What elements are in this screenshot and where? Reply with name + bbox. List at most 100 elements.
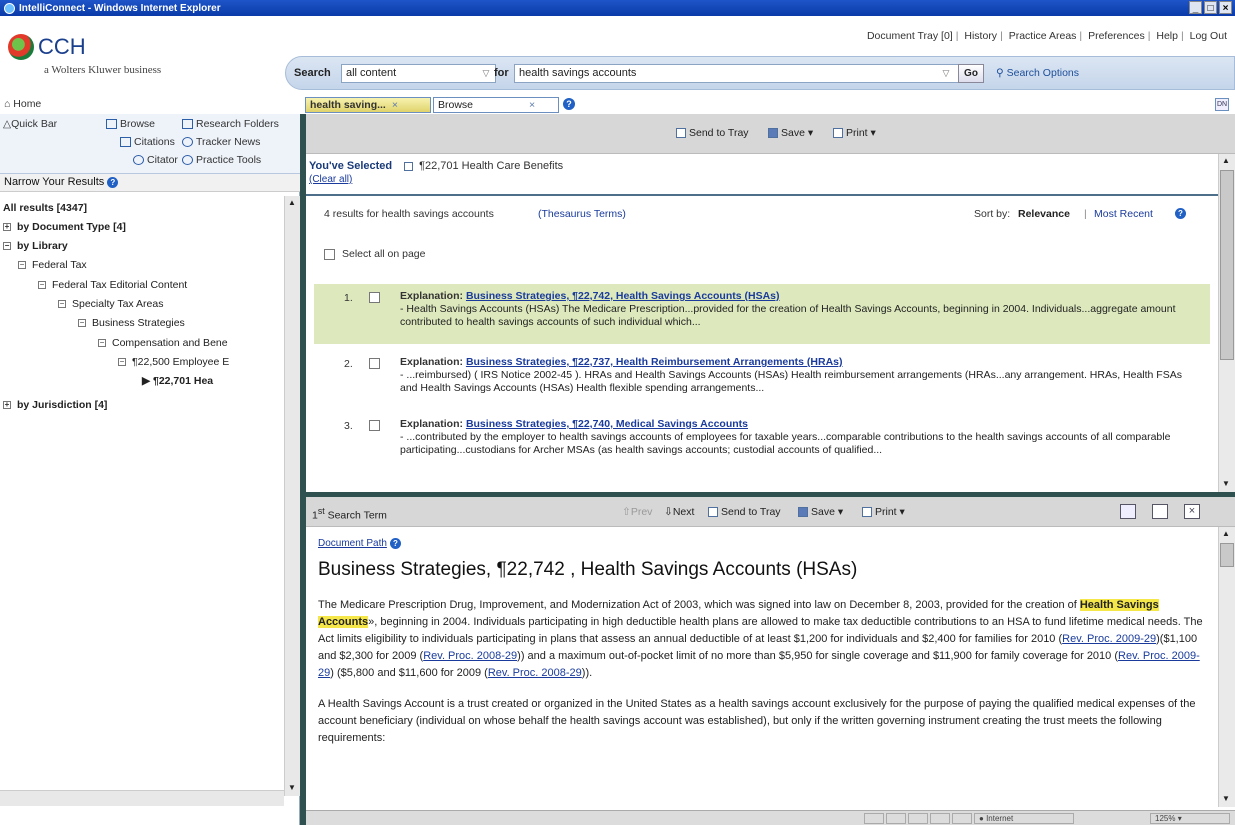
result-title-link[interactable]: Business Strategies, ¶22,742, Health Sav… [466,290,780,302]
selected-value: ¶22,701 Health Care Benefits [404,160,563,172]
quick-bar: △Quick Bar Browse Research Folders Citat… [0,114,300,174]
search-options-link[interactable]: ⚲ Search Options [996,67,1079,79]
maximize-button[interactable]: □ [1204,1,1217,14]
remove-facet-icon[interactable] [404,161,413,171]
result-title-link[interactable]: Business Strategies, ¶22,740, Medical Sa… [466,418,748,430]
doc-save-button[interactable]: Save ▾ [798,506,843,518]
results-scrollbar[interactable]: ▲ ▼ [1218,154,1235,492]
help-icon[interactable]: ? [563,98,575,110]
thesaurus-link[interactable]: (Thesaurus Terms) [538,208,626,220]
scroll-up-icon[interactable]: ▲ [1222,529,1230,538]
link-help[interactable]: Help [1156,30,1178,42]
result-checkbox[interactable] [369,420,380,431]
sort-most-recent[interactable]: Most Recent [1094,208,1153,220]
tree-by-jurisdiction[interactable]: + by Jurisdiction [4] [3,399,107,411]
collapse-icon[interactable]: − [78,319,86,328]
quick-practice-tools[interactable]: Practice Tools [182,154,261,166]
tree-health-care-benefits[interactable]: ▶ ¶22,701 Hea [142,375,213,387]
tree-business-strategies[interactable]: − Business Strategies [78,317,185,329]
quick-citations[interactable]: Citations [120,136,175,148]
document-path-link[interactable]: Document Path [318,538,387,549]
expand-icon[interactable]: + [3,401,11,410]
scroll-up-icon[interactable]: ▲ [1222,156,1230,165]
result-snippet: - ...contributed by the employer to heal… [400,431,1171,456]
left-vertical-scrollbar[interactable]: ▲ ▼ [284,196,300,796]
collapse-icon[interactable]: − [38,281,46,290]
close-tab-icon[interactable]: × [392,99,398,111]
sort-relevance[interactable]: Relevance [1018,208,1070,220]
close-tab-icon[interactable]: × [529,99,535,111]
rev-proc-link[interactable]: Rev. Proc. 2008-29 [423,650,517,662]
close-window-button[interactable]: × [1219,1,1232,14]
minimize-button[interactable]: _ [1189,1,1202,14]
quick-bar-title[interactable]: △Quick Bar [3,118,57,130]
zoom-level[interactable]: 125% ▾ [1150,813,1230,824]
quick-citator[interactable]: Citator [133,154,178,166]
quick-research-folders[interactable]: Research Folders [182,118,279,130]
print-button[interactable]: Print ▾ [833,127,876,139]
new-window-icon[interactable] [1120,504,1136,519]
document-scrollbar[interactable]: ▲ ▼ [1218,527,1235,807]
quick-browse[interactable]: Browse [106,118,155,130]
scroll-thumb[interactable] [1220,543,1234,567]
result-type: Explanation: [400,418,464,430]
maximize-pane-icon[interactable] [1152,504,1168,519]
save-button[interactable]: Save ▾ [768,127,813,139]
help-icon[interactable]: ? [1175,208,1186,219]
scope-dropdown-icon[interactable]: ▽ [478,65,494,82]
collapse-icon[interactable]: − [98,339,106,348]
citations-icon [120,137,131,148]
collapse-icon[interactable]: − [3,242,11,251]
scroll-down-icon[interactable]: ▼ [288,783,296,792]
scroll-down-icon[interactable]: ▼ [1222,794,1230,803]
collapse-icon[interactable]: − [118,358,126,367]
tree-compensation[interactable]: − Compensation and Bene [98,337,228,349]
link-history[interactable]: History [964,30,997,42]
search-scope-select[interactable]: all content [341,64,496,83]
rev-proc-link[interactable]: Rev. Proc. 2008-29 [488,667,582,679]
scroll-down-icon[interactable]: ▼ [1222,479,1230,488]
tab-browse[interactable]: Browse × [433,97,559,113]
tree-by-document-type[interactable]: + by Document Type [4] [3,221,126,233]
query-dropdown-icon[interactable]: ▽ [938,65,954,82]
results-pane: Send to Tray Save ▾ Print ▾ You've Selec… [306,114,1235,492]
left-horizontal-scrollbar[interactable] [0,790,284,806]
prev-button[interactable]: ⇧Prev [622,506,652,518]
globe-icon: ● [979,814,984,823]
result-title-link[interactable]: Business Strategies, ¶22,737, Health Rei… [466,356,843,368]
next-button[interactable]: ⇩Next [664,506,694,518]
select-all-checkbox[interactable] [324,249,335,260]
link-document-tray[interactable]: Document Tray [0] [867,30,953,42]
tree-specialty-tax-areas[interactable]: − Specialty Tax Areas [58,298,163,310]
collapse-icon[interactable]: − [58,300,66,309]
tab-health-savings[interactable]: health saving... × [305,97,431,113]
result-checkbox[interactable] [369,358,380,369]
result-checkbox[interactable] [369,292,380,303]
search-term-label: 1st Search Term [312,506,387,522]
clear-all-link[interactable]: (Clear all) [309,174,352,185]
home-link[interactable]: ⌂ Home [0,96,300,114]
search-query-input[interactable]: health savings accounts [514,64,959,83]
help-icon[interactable]: ? [389,537,401,549]
link-practice-areas[interactable]: Practice Areas [1009,30,1077,42]
rev-proc-link[interactable]: Rev. Proc. 2009-29 [1062,633,1156,645]
close-pane-icon[interactable]: × [1184,504,1200,519]
scroll-thumb[interactable] [1220,170,1234,360]
tree-by-library[interactable]: − by Library [3,240,68,252]
tree-employee-benefits[interactable]: − ¶22,500 Employee E [118,356,229,368]
expand-icon[interactable]: + [3,223,11,232]
scroll-up-icon[interactable]: ▲ [288,198,296,207]
doc-print-button[interactable]: Print ▾ [862,506,905,518]
quick-tracker-news[interactable]: Tracker News [182,136,260,148]
help-icon[interactable]: ? [107,176,119,188]
link-log-out[interactable]: Log Out [1190,30,1227,42]
link-preferences[interactable]: Preferences [1088,30,1145,42]
go-button[interactable]: Go [958,64,984,83]
tree-federal-tax[interactable]: − Federal Tax [18,259,87,271]
dn-icon[interactable]: DN [1215,98,1229,111]
send-to-tray-button[interactable]: Send to Tray [676,127,749,139]
tree-all-results[interactable]: All results [4347] [3,202,87,214]
tree-federal-tax-editorial[interactable]: − Federal Tax Editorial Content [38,279,187,291]
doc-send-to-tray-button[interactable]: Send to Tray [708,506,781,518]
collapse-icon[interactable]: − [18,261,26,270]
